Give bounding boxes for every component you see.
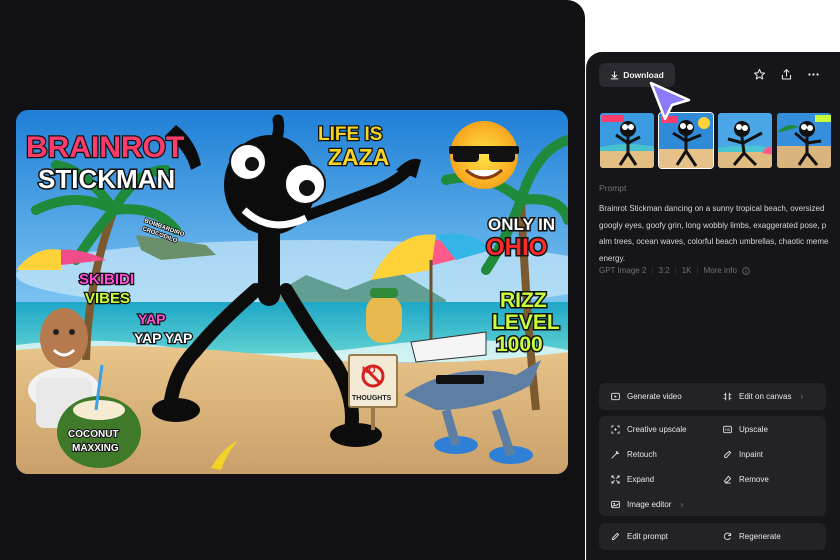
variant-thumbnails	[599, 112, 832, 169]
retouch-button[interactable]: Retouch	[611, 450, 657, 459]
edit-prompt-label: Edit prompt	[627, 532, 668, 541]
edit-on-canvas-button[interactable]: Edit on canvas ›	[723, 392, 803, 401]
image-editor-label: Image editor	[627, 500, 672, 509]
image-editor-button[interactable]: Image editor ›	[611, 500, 683, 509]
image-text-thoughts: THOUGHTS	[352, 395, 392, 402]
generate-video-button[interactable]: Generate video	[611, 392, 682, 401]
image-text-ohio: OHIO	[486, 234, 547, 261]
action-group-prompt: Edit prompt Regenerate	[599, 523, 826, 550]
upscale-icon: HD	[723, 425, 732, 434]
meta-separator: |	[651, 266, 654, 275]
image-text-rizz: RIZZ	[500, 289, 547, 312]
aspect-ratio: 3:2	[658, 266, 670, 275]
generated-image[interactable]: BRAINROT STICKMAN LIFE IS ZAZA ONLY IN O…	[16, 110, 568, 474]
image-text-skibidi: SKIBIDI	[79, 271, 134, 288]
expand-button[interactable]: Expand	[611, 475, 654, 484]
remove-label: Remove	[739, 475, 769, 484]
image-text-vibes: VIBES	[85, 290, 130, 307]
regenerate-label: Regenerate	[739, 532, 781, 541]
details-sidebar: Download Prompt Brainrot Stickman dancin…	[586, 52, 840, 560]
retouch-icon	[611, 450, 620, 459]
regenerate-icon	[723, 532, 732, 541]
upscale-label: Upscale	[739, 425, 768, 434]
edit-on-canvas-label: Edit on canvas	[739, 392, 792, 401]
canvas-edit-icon	[723, 392, 732, 401]
creative-upscale-button[interactable]: Creative upscale	[611, 425, 687, 434]
image-text-no: NO	[362, 365, 376, 375]
edit-prompt-button[interactable]: Edit prompt	[611, 532, 668, 541]
image-text-coconut: COCONUT	[68, 429, 119, 440]
regenerate-button[interactable]: Regenerate	[723, 532, 781, 541]
app-window: BRAINROT STICKMAN LIFE IS ZAZA ONLY IN O…	[0, 0, 840, 560]
image-text-level: LEVEL	[492, 311, 560, 334]
prompt-text: Brainrot Stickman dancing on a sunny tro…	[599, 204, 829, 263]
thumbnail-4[interactable]	[776, 112, 832, 169]
image-text-only-in: ONLY IN	[488, 215, 555, 234]
more-button[interactable]	[805, 66, 821, 82]
share-icon	[781, 68, 791, 79]
remove-button[interactable]: Remove	[723, 475, 769, 484]
pointer-cursor-icon	[649, 81, 691, 121]
image-text-life-is: LIFE IS	[318, 124, 382, 145]
action-group-edit: Creative upscale HD Upscale Retouch Inpa…	[599, 416, 826, 516]
resolution: 1K	[681, 266, 692, 275]
favorite-button[interactable]	[751, 66, 767, 82]
image-text-zaza: ZAZA	[328, 144, 389, 170]
image-text-maxxing: MAXXING	[72, 443, 119, 454]
expand-label: Expand	[627, 475, 655, 484]
generate-video-label: Generate video	[627, 392, 682, 401]
inpaint-button[interactable]: Inpaint	[723, 450, 763, 459]
chevron-right-icon: ›	[800, 392, 804, 401]
meta-separator: |	[696, 266, 699, 275]
inpaint-label: Inpaint	[739, 450, 764, 459]
creative-upscale-label: Creative upscale	[627, 425, 687, 434]
svg-text:HD: HD	[725, 428, 731, 432]
expand-icon	[611, 475, 620, 484]
download-icon	[610, 70, 619, 79]
prompt-label: Prompt	[599, 183, 627, 193]
image-text-stickman: STICKMAN	[38, 164, 175, 194]
creative-upscale-icon	[611, 425, 620, 434]
more-icon	[807, 72, 819, 76]
model-name: GPT Image 2	[599, 266, 647, 275]
remove-icon	[723, 475, 732, 484]
more-info-link[interactable]: More info	[704, 266, 737, 275]
image-text-yap1: YAP	[138, 311, 166, 327]
edit-prompt-icon	[611, 532, 620, 541]
image-editor-icon	[611, 500, 620, 509]
meta-separator: |	[674, 266, 677, 275]
upscale-button[interactable]: HD Upscale	[723, 425, 768, 434]
image-text-level-num: 1000	[496, 333, 543, 356]
canvas-panel: BRAINROT STICKMAN LIFE IS ZAZA ONLY IN O…	[0, 0, 585, 560]
image-text-brainrot: BRAINROT	[26, 131, 184, 164]
image-text-yap2: YAP YAP	[134, 330, 192, 346]
chevron-right-icon: ›	[680, 500, 684, 509]
thumbnail-3[interactable]	[717, 112, 773, 169]
info-icon[interactable]	[742, 266, 750, 275]
download-label: Download	[623, 70, 664, 80]
inpaint-icon	[724, 450, 732, 458]
video-icon	[611, 392, 620, 401]
generation-meta: GPT Image 2 | 3:2 | 1K | More info	[599, 266, 750, 275]
star-icon	[753, 68, 765, 79]
action-group-video: Generate video Edit on canvas ›	[599, 383, 826, 410]
share-button[interactable]	[778, 66, 794, 82]
retouch-label: Retouch	[627, 450, 657, 459]
